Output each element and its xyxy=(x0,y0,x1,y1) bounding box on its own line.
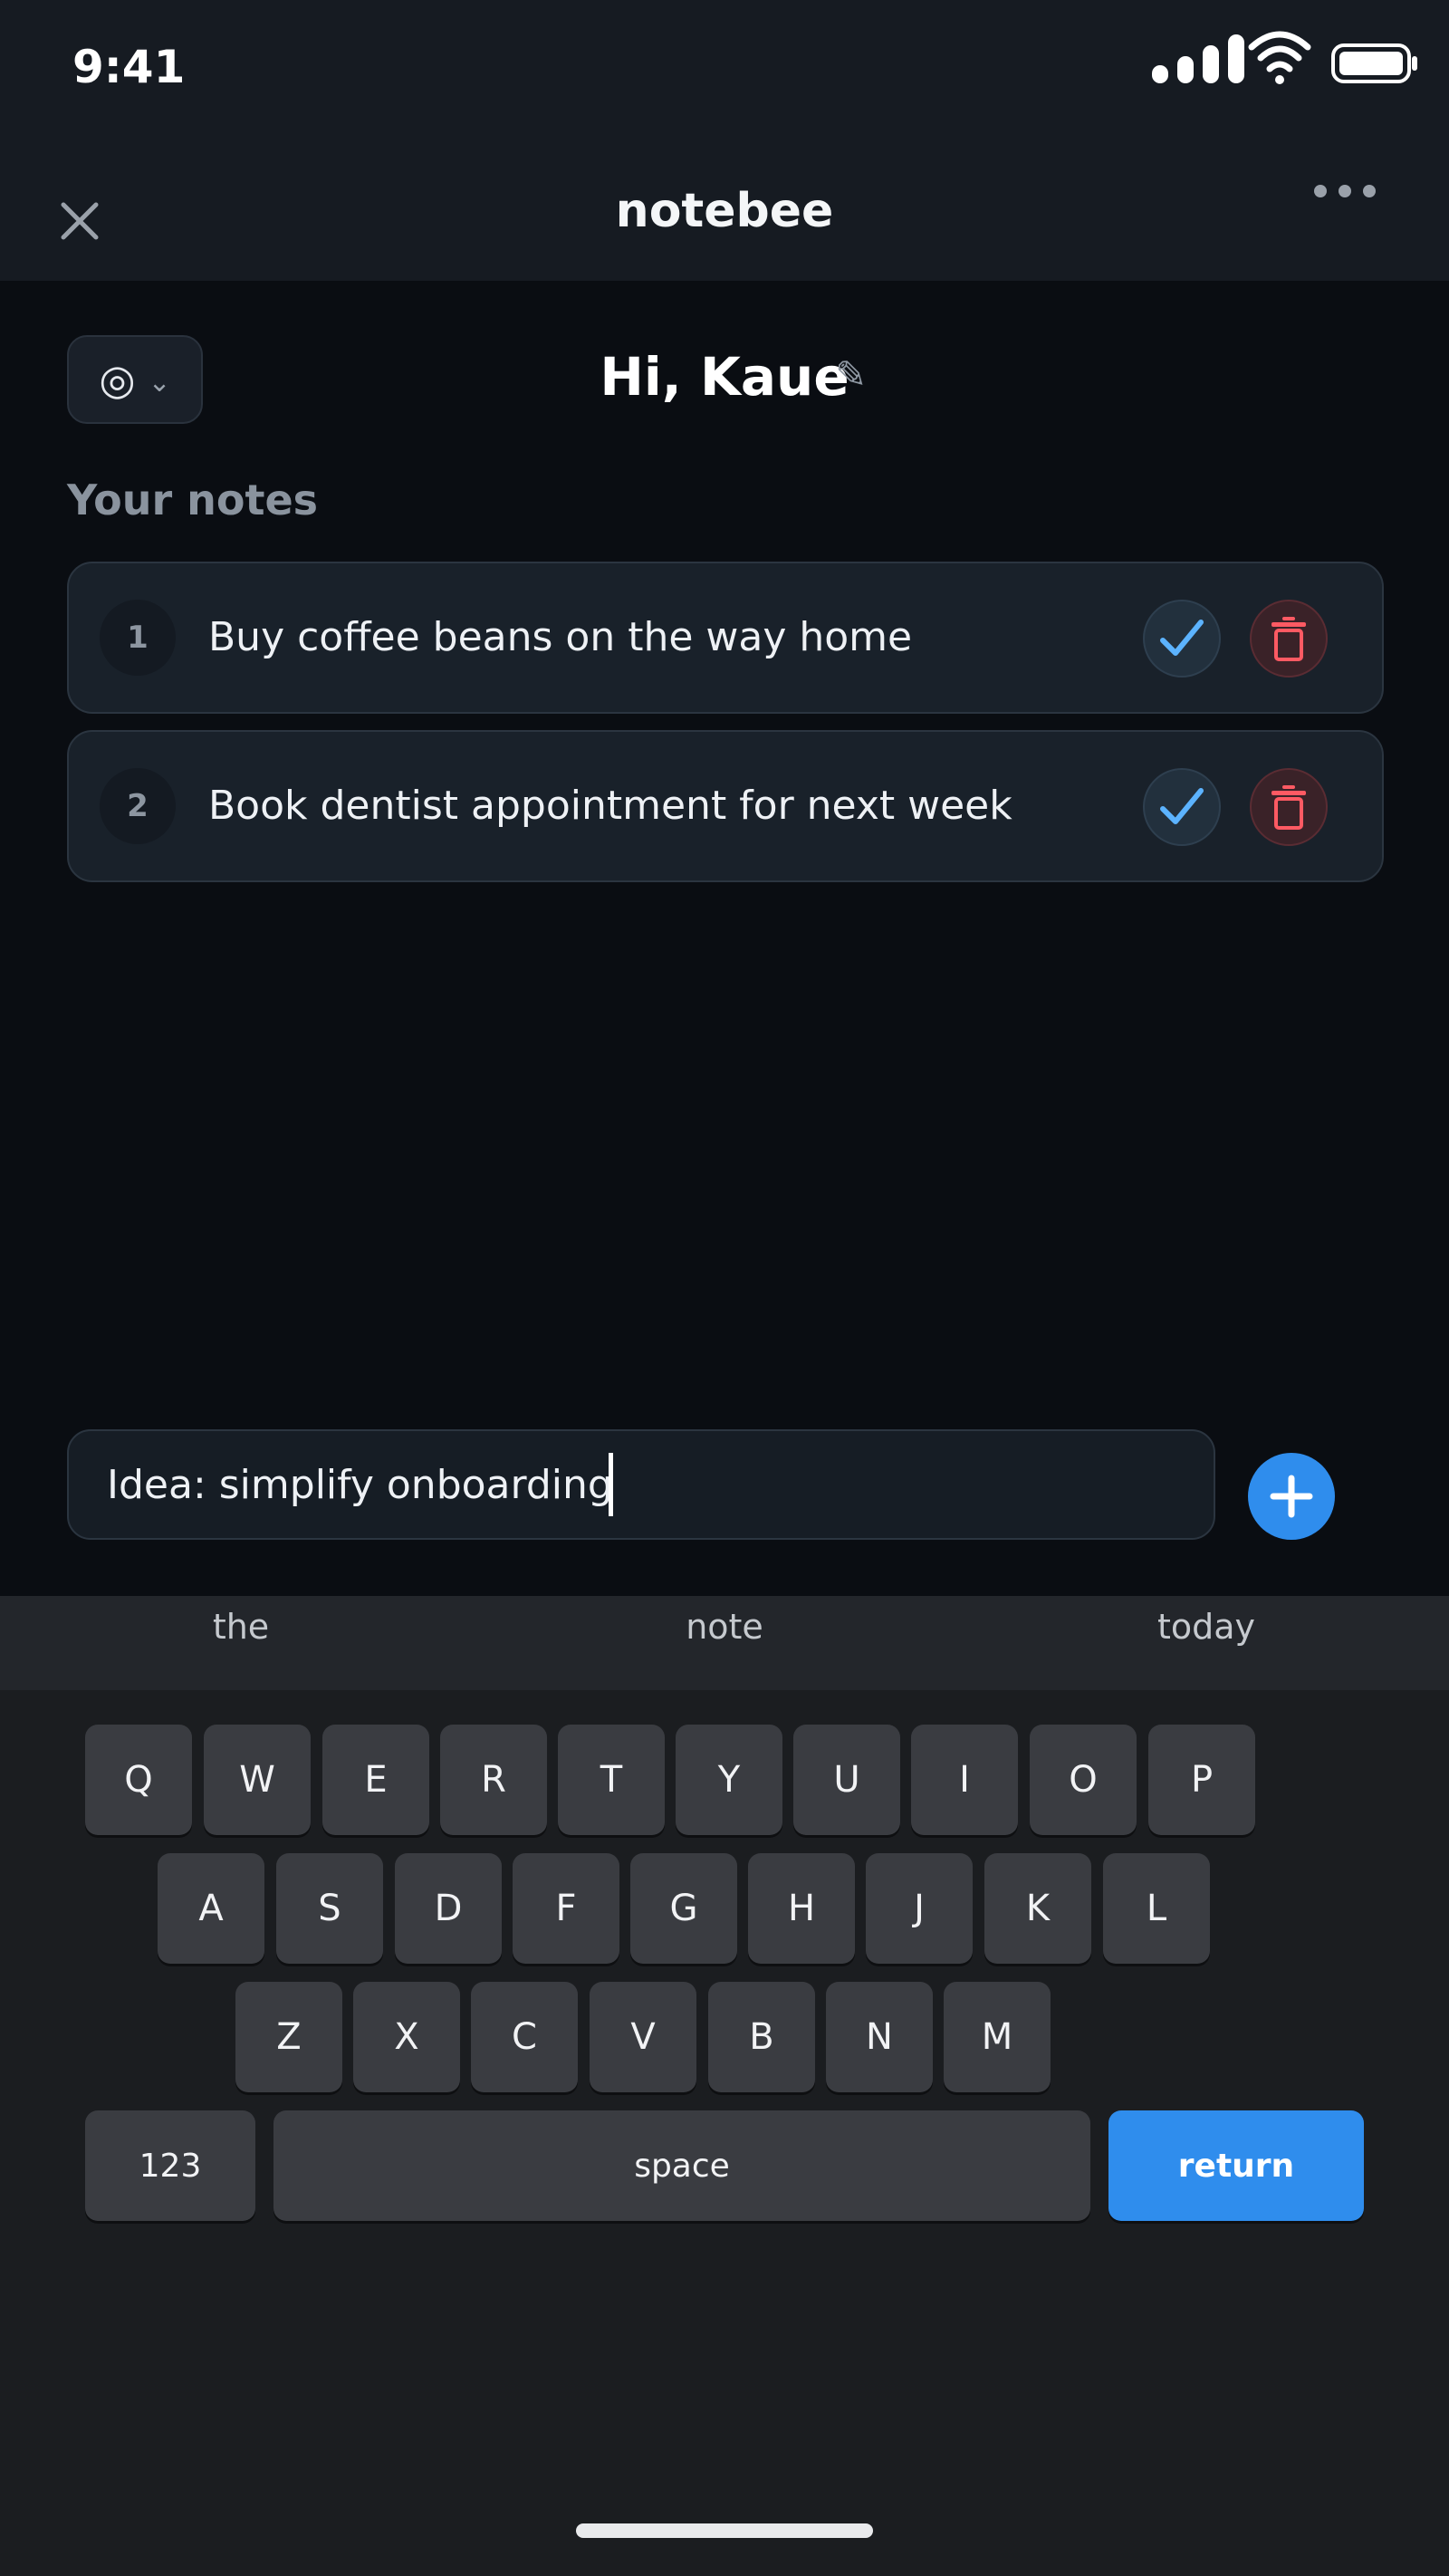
key-e[interactable]: E xyxy=(322,1725,429,1835)
key-h[interactable]: H xyxy=(748,1853,855,1964)
space-key[interactable]: space xyxy=(273,2110,1090,2221)
key-l[interactable]: L xyxy=(1103,1853,1210,1964)
key-v[interactable]: V xyxy=(590,1982,696,2092)
suggestion-item[interactable]: the xyxy=(60,1601,422,1652)
key-p[interactable]: P xyxy=(1148,1725,1255,1835)
note-item: 2 Book dentist appointment for next week xyxy=(67,730,1384,882)
more-icon xyxy=(1314,185,1376,197)
add-note-button[interactable] xyxy=(1248,1453,1335,1540)
key-w[interactable]: W xyxy=(204,1725,311,1835)
key-i[interactable]: I xyxy=(911,1725,1018,1835)
note-item: 1 Buy coffee beans on the way home xyxy=(67,562,1384,714)
new-note-input-value: Idea: simplify onboarding xyxy=(107,1462,613,1508)
new-note-input[interactable]: Idea: simplify onboarding xyxy=(67,1429,1215,1540)
key-q[interactable]: Q xyxy=(85,1725,192,1835)
complete-note-button[interactable] xyxy=(1143,768,1221,846)
section-title: Your notes xyxy=(67,476,319,524)
key-z[interactable]: Z xyxy=(235,1982,342,2092)
checkmark-icon xyxy=(1160,788,1204,824)
greeting-text: Hi, Kaue xyxy=(600,346,849,408)
key-y[interactable]: Y xyxy=(676,1725,782,1835)
delete-note-button[interactable] xyxy=(1250,600,1328,678)
status-time: 9:41 xyxy=(72,41,186,93)
trash-icon xyxy=(1271,617,1306,661)
key-j[interactable]: J xyxy=(866,1853,973,1964)
key-c[interactable]: C xyxy=(471,1982,578,2092)
note-number: 2 xyxy=(100,768,176,844)
suggestion-item[interactable]: note xyxy=(543,1601,906,1652)
numbers-key[interactable]: 123 xyxy=(85,2110,255,2221)
trash-icon xyxy=(1271,785,1306,830)
key-k[interactable]: K xyxy=(984,1853,1091,1964)
battery-icon xyxy=(1331,43,1417,83)
return-key[interactable]: return xyxy=(1108,2110,1364,2221)
checkmark-icon xyxy=(1160,620,1204,656)
key-o[interactable]: O xyxy=(1030,1725,1137,1835)
key-d[interactable]: D xyxy=(395,1853,502,1964)
key-f[interactable]: F xyxy=(513,1853,619,1964)
app-title: notebee xyxy=(615,184,834,238)
note-text: Book dentist appointment for next week xyxy=(208,783,1012,829)
plus-icon xyxy=(1270,1475,1313,1518)
key-s[interactable]: S xyxy=(276,1853,383,1964)
delete-note-button[interactable] xyxy=(1250,768,1328,846)
cellular-signal-icon xyxy=(1152,34,1244,83)
key-r[interactable]: R xyxy=(440,1725,547,1835)
text-cursor xyxy=(609,1453,613,1516)
suggestion-item[interactable]: today xyxy=(1025,1601,1387,1652)
home-indicator xyxy=(576,2523,873,2538)
key-a[interactable]: A xyxy=(158,1853,264,1964)
key-x[interactable]: X xyxy=(353,1982,460,2092)
key-t[interactable]: T xyxy=(558,1725,665,1835)
key-m[interactable]: M xyxy=(944,1982,1051,2092)
greeting: Hi, Kaue xyxy=(0,341,1449,413)
note-number: 1 xyxy=(100,600,176,676)
complete-note-button[interactable] xyxy=(1143,600,1221,678)
key-g[interactable]: G xyxy=(630,1853,737,1964)
more-options-button[interactable] xyxy=(1304,168,1386,214)
note-text: Buy coffee beans on the way home xyxy=(208,614,913,660)
edit-name-pencil-icon[interactable]: ✎ xyxy=(835,348,867,402)
key-b[interactable]: B xyxy=(708,1982,815,2092)
wifi-icon xyxy=(1248,31,1311,84)
key-u[interactable]: U xyxy=(793,1725,900,1835)
key-n[interactable]: N xyxy=(826,1982,933,2092)
